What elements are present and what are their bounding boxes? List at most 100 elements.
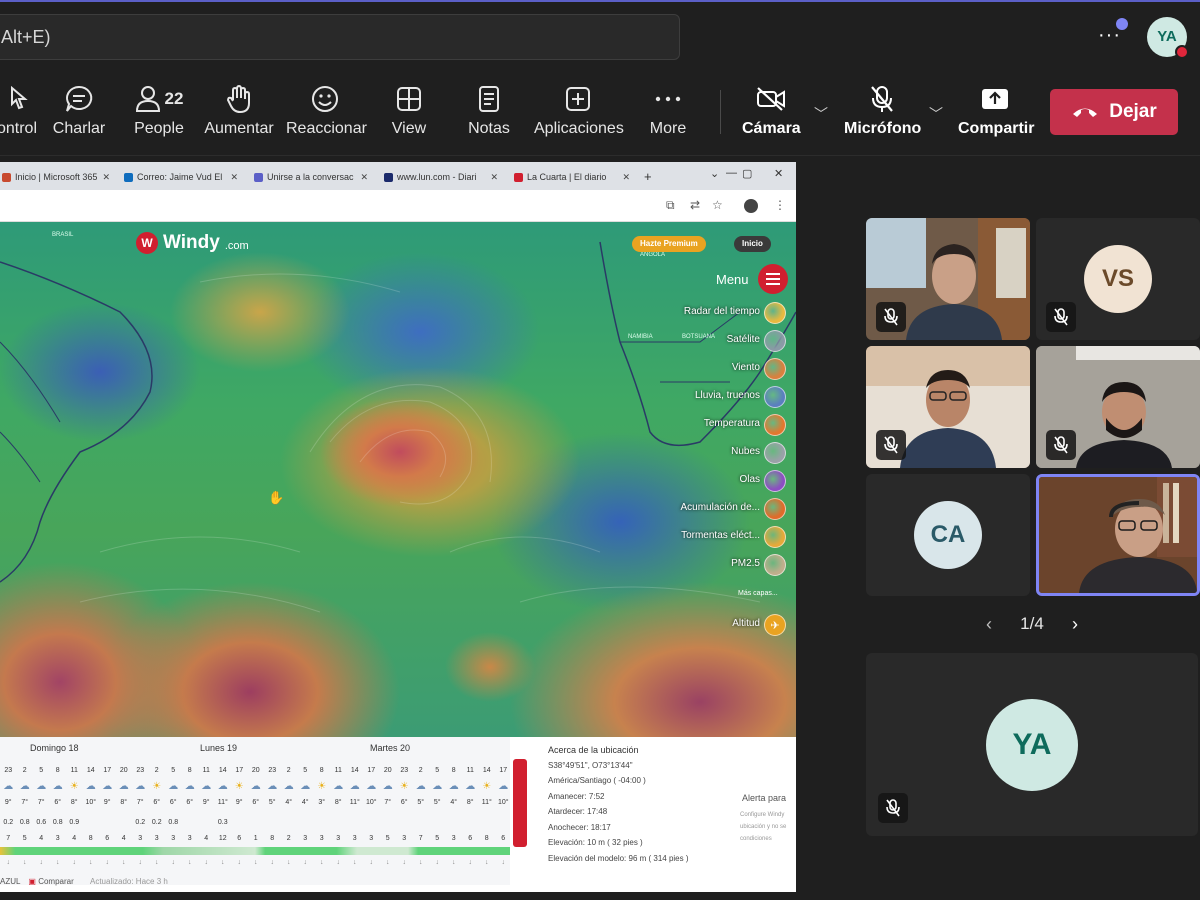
tab-search-icon[interactable]: ⌄ xyxy=(710,167,719,180)
minimize-icon[interactable]: — xyxy=(726,167,737,179)
layer-item[interactable]: Tormentas eléct... xyxy=(600,526,788,548)
forecast-temperature-row: 9° 7° 7° 6° 8° 10° 9° 8° 7° 6° 6° 6° 9° 11° 9° 6° 5° 4° 4°… xyxy=(0,799,510,811)
people-button[interactable]: 22 People xyxy=(130,82,188,146)
apps-label: Aplicaciones xyxy=(534,120,624,137)
forecast-rain-cell: 0.8 xyxy=(19,819,30,826)
rain-cloud-icon: ☁ xyxy=(349,781,360,792)
layer-item[interactable]: Viento xyxy=(600,358,788,380)
forecast-collapse-tab[interactable] xyxy=(513,759,527,847)
layer-item[interactable]: Temperatura xyxy=(600,414,788,436)
compare-link[interactable]: Comparar xyxy=(38,877,74,886)
previous-page-icon[interactable]: ‹ xyxy=(986,614,992,635)
tab-close-icon[interactable]: ✕ xyxy=(622,166,630,188)
layer-item[interactable]: Acumulación de... xyxy=(600,498,788,520)
altitude-control[interactable]: Altitud ✈ xyxy=(600,614,788,636)
chat-button[interactable]: Charlar xyxy=(52,82,106,146)
forecast-temp-cell: 3° xyxy=(318,799,326,806)
search-input[interactable]: Alt+E) xyxy=(0,14,680,60)
react-button[interactable]: Reaccionar xyxy=(286,82,367,146)
profile-icon[interactable] xyxy=(744,199,758,213)
forecast-wind-cell: 4 xyxy=(121,835,126,842)
login-button[interactable]: Inicio xyxy=(734,236,771,252)
tab-close-icon[interactable]: ✕ xyxy=(360,166,368,188)
rain-cloud-icon: ☁ xyxy=(19,781,30,792)
apps-button[interactable]: Aplicaciones xyxy=(534,82,624,146)
wind-gust-bar xyxy=(0,847,510,855)
layer-item[interactable]: PM2.5 xyxy=(600,554,788,576)
next-page-icon[interactable]: › xyxy=(1072,614,1078,635)
self-view-tile[interactable]: YA xyxy=(866,653,1198,836)
browser-menu-icon[interactable]: ⋮ xyxy=(774,198,786,212)
user-avatar[interactable]: YA xyxy=(1147,17,1189,59)
maximize-icon[interactable]: ▢ xyxy=(742,167,752,180)
layer-item[interactable]: Lluvia, truenos xyxy=(600,386,788,408)
tab-close-icon[interactable]: ✕ xyxy=(490,166,498,188)
more-button[interactable]: More xyxy=(646,82,690,146)
camera-options-chevron-icon[interactable]: ﹀ xyxy=(814,104,828,124)
microphone-options-chevron-icon[interactable]: ﹀ xyxy=(929,104,943,124)
participant-tile-6-speaking[interactable] xyxy=(1036,474,1200,596)
forecast-wind-cell: 5 xyxy=(435,835,440,842)
share-button[interactable]: Compartir xyxy=(958,82,1034,146)
forecast-temp-cell: 10° xyxy=(497,799,509,806)
layer-label: Acumulación de... xyxy=(680,502,761,513)
participant-tile-5[interactable]: CA xyxy=(866,474,1030,596)
gallery-page-indicator: 1/4 xyxy=(1020,614,1044,633)
notes-icon xyxy=(466,82,512,116)
rain-cloud-icon: ☁ xyxy=(168,781,179,792)
forecast-wind-cell: 7 xyxy=(418,835,423,842)
map-label-angola: ANGOLA xyxy=(640,252,666,258)
forecast-wind-cell: 6 xyxy=(501,835,506,842)
camera-button[interactable]: Cámara xyxy=(742,82,801,146)
tab-close-icon[interactable]: ✕ xyxy=(230,166,238,188)
tab-close-icon[interactable]: ✕ xyxy=(102,166,110,188)
layer-thumbnail-icon xyxy=(764,526,786,548)
new-tab-button[interactable]: + xyxy=(644,166,658,188)
participant-tile-4[interactable] xyxy=(1036,346,1200,468)
location-coordinates: S38°49'51", O73°13'44" xyxy=(548,760,633,770)
translate-icon[interactable]: ⇄ xyxy=(690,198,700,212)
forecast-hour-cell: 23 xyxy=(4,767,13,774)
browser-tab[interactable]: Inicio | Microsoft 365 ✕ xyxy=(2,166,110,188)
notes-button[interactable]: Notas xyxy=(466,82,512,146)
windy-logo[interactable]: W Windy .com xyxy=(136,232,249,254)
control-button[interactable]: ontrol xyxy=(0,82,42,146)
alert-title[interactable]: Alerta para xyxy=(742,793,786,803)
layer-item[interactable]: Radar del tiempo xyxy=(600,302,788,324)
participant-tile-2[interactable]: VS xyxy=(1036,218,1200,340)
forecast-temp-cell: 8° xyxy=(70,799,78,806)
close-window-icon[interactable]: ✕ xyxy=(774,167,783,180)
browser-tab[interactable]: Correo: Jaime Vud El ✕ xyxy=(124,166,238,188)
leave-button[interactable]: Dejar xyxy=(1050,89,1178,135)
premium-button[interactable]: Hazte Premium xyxy=(632,236,706,252)
bookmark-star-icon[interactable]: ☆ xyxy=(712,198,723,212)
microphone-button[interactable]: Micrófono xyxy=(844,82,921,146)
forecast-wind-cell: 6 xyxy=(105,835,110,842)
raise-hand-button[interactable]: Aumentar xyxy=(204,82,274,146)
layer-item[interactable]: Olas xyxy=(600,470,788,492)
hamburger-menu-icon[interactable] xyxy=(758,264,788,294)
notes-label: Notas xyxy=(468,120,510,137)
install-app-icon[interactable]: ⧉ xyxy=(666,198,675,213)
wind-direction-arrow-icon: ↓ xyxy=(72,859,77,866)
layer-item[interactable]: Nubes xyxy=(600,442,788,464)
forecast-panel: Domingo 18 Lunes 19 Martes 20 23 2 5 8 11 14 1… xyxy=(0,737,796,892)
forecast-temp-cell: 7° xyxy=(21,799,29,806)
more-layers-link[interactable]: Más capas... xyxy=(738,590,778,597)
participant-tile-3[interactable] xyxy=(866,346,1030,468)
wind-direction-arrow-icon: ↓ xyxy=(204,859,209,866)
layer-item[interactable]: Satélite xyxy=(600,330,788,352)
windy-map[interactable]: BRASIL ANGOLA NAMIBIA BOTSUANA W Windy .… xyxy=(0,222,796,737)
forecast-hour-cell: 23 xyxy=(400,767,409,774)
browser-tab[interactable]: Unirse a la conversac ✕ xyxy=(254,166,368,188)
browser-tab[interactable]: La Cuarta | El diario ✕ xyxy=(514,166,630,188)
browser-tab[interactable]: www.lun.com - Diari ✕ xyxy=(384,166,498,188)
forecast-wind-cell: 3 xyxy=(154,835,159,842)
forecast-wind-cell: 6 xyxy=(237,835,242,842)
browser-address-bar[interactable]: ⧉ ⇄ ☆ ⋮ xyxy=(0,190,796,222)
view-button[interactable]: View xyxy=(388,82,430,146)
model-label[interactable]: AZUL xyxy=(0,877,20,886)
wind-direction-arrow-icon: ↓ xyxy=(155,859,159,866)
menu-label[interactable]: Menu xyxy=(716,272,749,287)
participant-tile-1[interactable] xyxy=(866,218,1030,340)
